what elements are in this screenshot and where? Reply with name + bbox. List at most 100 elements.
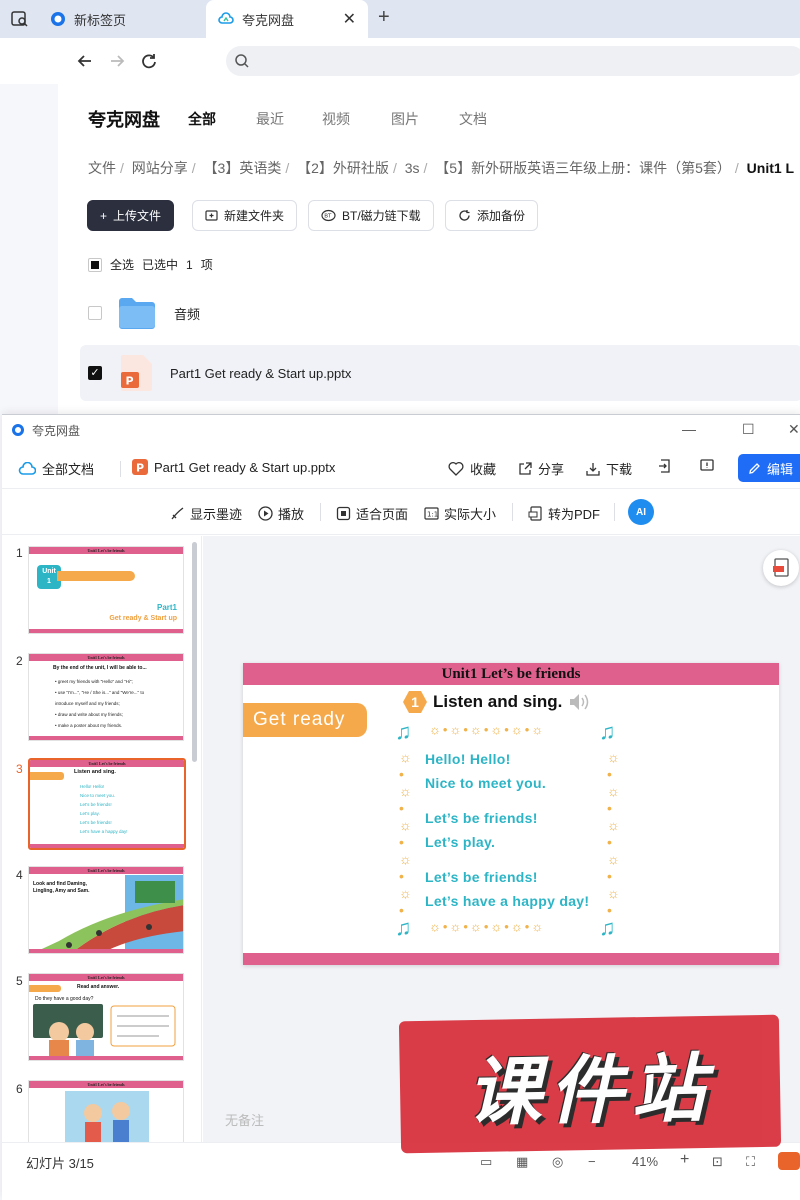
close-tab-icon[interactable]: ✕ bbox=[343, 9, 356, 29]
edit-button[interactable]: 编辑 bbox=[738, 454, 800, 482]
lyric-line: Let’s be friends! bbox=[425, 869, 538, 885]
favorite-button[interactable]: 收藏 bbox=[448, 459, 496, 478]
back-icon[interactable] bbox=[74, 50, 96, 72]
breadcrumb-item[interactable]: 网站分享 bbox=[132, 160, 188, 176]
backup-icon bbox=[459, 210, 470, 221]
folder-plus-icon bbox=[205, 210, 218, 221]
bt-icon: BT bbox=[321, 209, 336, 222]
thumb-bottom-bar bbox=[29, 949, 183, 953]
slide-thumbnail-6[interactable]: Unit1 Let's be friends bbox=[28, 1080, 184, 1142]
bt-download-label: BT/磁力链下载 bbox=[342, 209, 421, 223]
svg-text:P: P bbox=[136, 462, 144, 475]
speaker-icon[interactable] bbox=[568, 692, 592, 712]
reload-icon[interactable] bbox=[138, 50, 160, 72]
all-docs-link[interactable]: 全部文档 bbox=[18, 459, 94, 478]
lyric-line: Let’s play. bbox=[425, 834, 496, 850]
slide-thumbnail-2[interactable]: Unit1 Let's be friends By the end of the… bbox=[28, 653, 184, 741]
grid-view-icon[interactable]: ▦ bbox=[516, 1154, 528, 1170]
nav-tab-docs[interactable]: 文档 bbox=[459, 109, 487, 129]
breadcrumb-item[interactable]: 3s bbox=[405, 160, 420, 176]
thumb-lyric: Let’s have a happy day! bbox=[80, 829, 128, 834]
row-checkbox[interactable] bbox=[88, 306, 102, 320]
bt-download-button[interactable]: BT BT/磁力链下载 bbox=[308, 200, 434, 231]
get-ready-badge: Get ready bbox=[243, 703, 367, 737]
breadcrumb-item[interactable]: 【2】外研社版 bbox=[297, 160, 389, 176]
cloud-drive-icon bbox=[18, 461, 36, 475]
breadcrumb-current: Unit1 L bbox=[746, 160, 795, 176]
zoom-in-icon[interactable]: + bbox=[680, 1151, 689, 1169]
kids-illustration bbox=[65, 1091, 149, 1142]
zoom-level[interactable]: 41% bbox=[632, 1154, 658, 1169]
play-button[interactable]: 播放 bbox=[258, 504, 304, 523]
fit-page-icon bbox=[336, 506, 351, 521]
pptx-file-icon: P bbox=[121, 355, 152, 391]
ai-assistant-button[interactable]: AI bbox=[628, 499, 654, 525]
thumb-list-item: introduce myself and my friends; bbox=[55, 701, 120, 706]
new-tab-button[interactable]: + bbox=[378, 6, 390, 29]
nav-tab-video[interactable]: 视频 bbox=[322, 109, 350, 129]
nav-tab-recent[interactable]: 最近 bbox=[256, 109, 284, 129]
preview-titlebar: 夸克网盘 bbox=[2, 415, 800, 445]
show-ink-label: 显示墨迹 bbox=[190, 507, 243, 522]
close-window-icon[interactable]: ✕ bbox=[788, 421, 800, 438]
maximize-icon[interactable]: ☐ bbox=[742, 421, 755, 438]
file-name: Part1 Get ready & Start up.pptx bbox=[170, 365, 352, 381]
get-ready-mini-badge bbox=[30, 772, 64, 780]
breadcrumb-item[interactable]: 【3】英语类 bbox=[204, 160, 282, 176]
ink-pen-icon bbox=[171, 507, 184, 520]
actual-size-icon: 1:1 bbox=[424, 507, 439, 520]
all-docs-label: 全部文档 bbox=[42, 462, 95, 477]
file-row-folder[interactable]: 音频 bbox=[80, 285, 800, 341]
tab-search-icon[interactable] bbox=[10, 9, 30, 29]
minimize-icon[interactable]: — bbox=[682, 421, 696, 437]
url-input[interactable] bbox=[226, 46, 800, 76]
thumb-title: Unit1 Let's be friends bbox=[29, 1081, 183, 1088]
add-backup-button[interactable]: 添加备份 bbox=[445, 200, 539, 231]
breadcrumb-item[interactable]: 【5】新外研版英语三年级上册：课件（第5套） bbox=[435, 160, 731, 176]
to-pdf-button[interactable]: 转为PDF bbox=[528, 504, 600, 523]
fit-window-icon[interactable]: ⊡ bbox=[712, 1154, 723, 1170]
fit-page-button[interactable]: 适合页面 bbox=[336, 504, 408, 523]
activity-title-text: Listen and sing. bbox=[433, 692, 563, 711]
thumb-activity: Listen and sing. bbox=[74, 769, 116, 775]
play-fullscreen-icon[interactable] bbox=[778, 1152, 800, 1170]
feedback-button[interactable] bbox=[700, 459, 714, 473]
export-button[interactable] bbox=[658, 459, 672, 473]
upload-label: 上传文件 bbox=[113, 209, 162, 223]
tab-new-tab[interactable]: 新标签页 bbox=[38, 0, 204, 38]
slide-thumbnail-3[interactable]: Unit1 Let's be friends Listen and sing. … bbox=[28, 758, 186, 850]
nav-tab-image[interactable]: 图片 bbox=[391, 109, 419, 129]
tab-quark-drive[interactable]: 夸克网盘 ✕ bbox=[206, 0, 368, 38]
download-icon bbox=[586, 462, 600, 476]
watermark-text: 课件站 bbox=[466, 1045, 714, 1136]
new-folder-label: 新建文件夹 bbox=[224, 209, 285, 223]
globe-icon[interactable]: ◎ bbox=[552, 1154, 563, 1170]
slide-thumbnail-4[interactable]: Unit1 Let's be friends Look and find Dam… bbox=[28, 866, 184, 954]
thumb-title: Unit1 Let's be friends bbox=[29, 547, 183, 554]
zoom-out-icon[interactable]: − bbox=[588, 1154, 596, 1169]
normal-view-icon[interactable]: ▭ bbox=[480, 1154, 492, 1170]
show-ink-button[interactable]: 显示墨迹 bbox=[170, 504, 242, 523]
slide-thumbnail-1[interactable]: Unit1 Let's be friends Unit 1 Part1 Get r… bbox=[28, 546, 184, 634]
new-folder-button[interactable]: 新建文件夹 bbox=[192, 200, 298, 231]
pdf-convert-icon bbox=[528, 506, 542, 521]
thumb-title: Unit1 Let's be friends bbox=[29, 867, 183, 874]
thumbnail-scrollbar[interactable] bbox=[192, 542, 197, 762]
select-all-label[interactable]: 全选 bbox=[110, 256, 134, 273]
pdf-float-button[interactable] bbox=[763, 550, 799, 586]
sports-field-illustration bbox=[33, 875, 183, 953]
nav-tab-all[interactable]: 全部 bbox=[188, 109, 216, 129]
select-all-checkbox[interactable] bbox=[88, 257, 102, 272]
slide-thumbnail-5[interactable]: Unit1 Let's be friends Read and answer. … bbox=[28, 973, 184, 1061]
fullscreen-icon[interactable]: ⛶ bbox=[746, 1154, 755, 1170]
actual-size-button[interactable]: 1:1 实际大小 bbox=[424, 504, 496, 523]
download-button[interactable]: 下载 bbox=[586, 459, 632, 478]
forward-icon[interactable] bbox=[106, 50, 128, 72]
edit-label: 编辑 bbox=[767, 461, 794, 477]
breadcrumb-item[interactable]: 文件 bbox=[88, 160, 116, 176]
share-button[interactable]: 分享 bbox=[518, 459, 564, 478]
export-icon bbox=[659, 459, 670, 473]
file-row-pptx[interactable]: P Part1 Get ready & Start up.pptx bbox=[80, 345, 800, 401]
row-checkbox[interactable] bbox=[88, 366, 102, 380]
upload-button[interactable]: + 上传文件 bbox=[87, 200, 175, 231]
